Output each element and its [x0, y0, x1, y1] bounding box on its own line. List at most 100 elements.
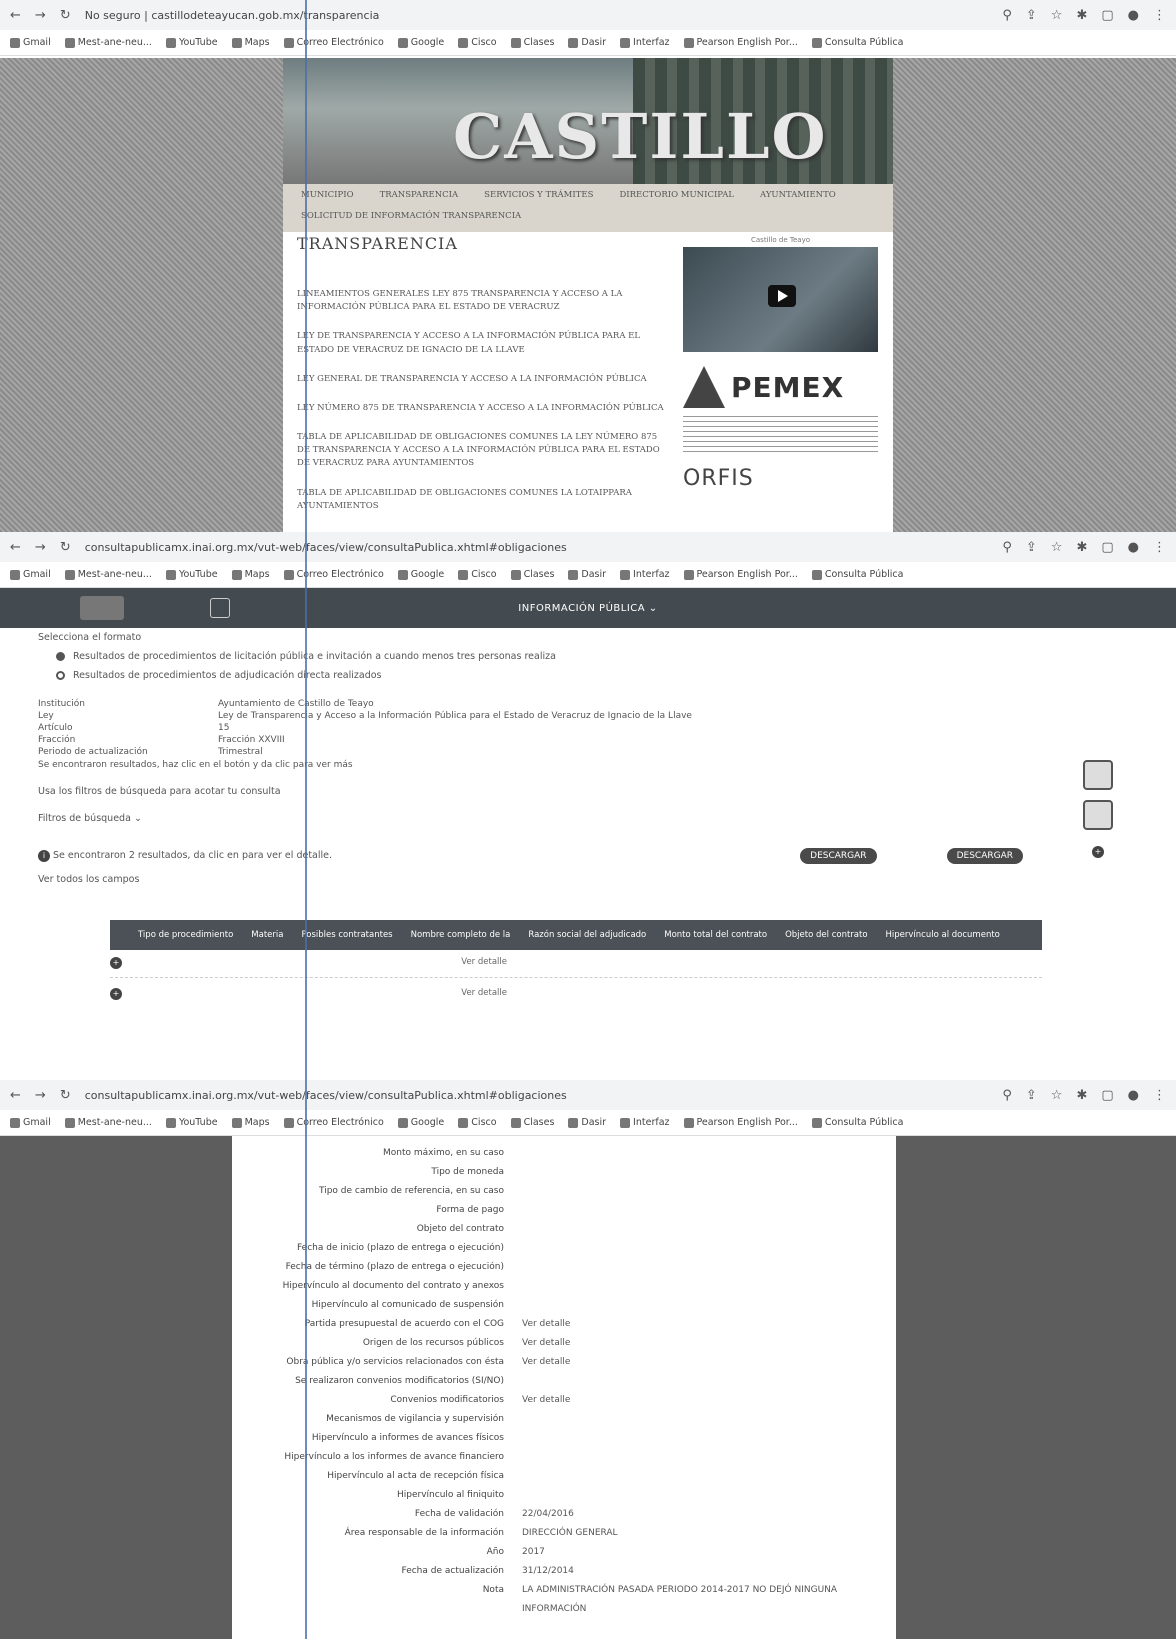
nav-item[interactable]: TRANSPARENCIA	[380, 190, 459, 205]
see-all-fields[interactable]: Ver todos los campos	[38, 874, 1138, 885]
video-player[interactable]	[683, 247, 878, 352]
bookmark[interactable]: Interfaz	[620, 1117, 670, 1128]
radio-selected-icon[interactable]	[56, 652, 65, 661]
detail-value[interactable]: Ver detalle	[522, 1315, 896, 1334]
modal-backdrop[interactable]: Monto máximo, en su caso Tipo de moneda Ti…	[0, 1136, 1176, 1639]
bookmark[interactable]: Gmail	[10, 37, 51, 48]
extensions-icon[interactable]: ✱	[1076, 1088, 1087, 1103]
column-header[interactable]: Hipervínculo al documento	[886, 930, 1000, 940]
menu-icon[interactable]: ⋮	[1153, 8, 1166, 23]
bookmark[interactable]: Consulta Pública	[811, 1117, 903, 1128]
bookmark[interactable]: Google	[397, 569, 444, 580]
bookmark[interactable]: Google	[397, 1117, 444, 1128]
bookmark[interactable]: Cisco	[458, 569, 497, 580]
column-header[interactable]: Nombre completo de la	[411, 930, 511, 940]
bookmark[interactable]: Google	[397, 37, 444, 48]
reload-icon[interactable]: ↻	[60, 1088, 71, 1103]
plus-icon[interactable]: +	[1092, 846, 1104, 858]
bookmark[interactable]: YouTube	[165, 37, 218, 48]
expand-icon[interactable]: +	[110, 957, 122, 969]
bookmark[interactable]: Mest-ane-neu...	[64, 37, 152, 48]
help-icon[interactable]	[1083, 760, 1113, 790]
bookmark[interactable]: Correo Electrónico	[283, 37, 384, 48]
star-icon[interactable]: ☆	[1051, 1088, 1063, 1103]
bookmark[interactable]: Pearson English Por...	[683, 569, 798, 580]
column-header[interactable]: Monto total del contrato	[664, 930, 767, 940]
address-bar[interactable]: consultapublicamx.inai.org.mx/vut-web/fa…	[85, 1089, 993, 1102]
nav-item[interactable]: SOLICITUD DE INFORMACIÓN TRANSPARENCIA	[301, 211, 521, 226]
zoom-icon[interactable]: ⚲	[1002, 8, 1012, 23]
address-bar[interactable]: No seguro | castillodeteayucan.gob.mx/tr…	[85, 9, 993, 22]
sidepanel-icon[interactable]: ▢	[1101, 8, 1113, 23]
bookmark[interactable]: Interfaz	[620, 569, 670, 580]
forward-icon[interactable]: →	[35, 8, 46, 23]
bookmark[interactable]: Dasir	[568, 37, 606, 48]
bookmark[interactable]: Clases	[510, 1117, 554, 1128]
menu-icon[interactable]: ⋮	[1153, 1088, 1166, 1103]
bookmark[interactable]: Pearson English Por...	[683, 1117, 798, 1128]
row-link[interactable]: Ver detalle	[461, 957, 507, 969]
forward-icon[interactable]: →	[35, 1088, 46, 1103]
bookmark[interactable]: Correo Electrónico	[283, 1117, 384, 1128]
bookmark[interactable]: Consulta Pública	[811, 569, 903, 580]
back-icon[interactable]: ←	[10, 1088, 21, 1103]
portal-logo-icon[interactable]	[80, 596, 124, 620]
reload-icon[interactable]: ↻	[60, 8, 71, 23]
format-option[interactable]: Resultados de procedimientos de adjudica…	[38, 670, 1138, 681]
law-link[interactable]: TABLA DE APLICABILIDAD DE OBLIGACIONES C…	[297, 487, 667, 513]
sidepanel-icon[interactable]: ▢	[1101, 540, 1113, 555]
law-link[interactable]: LINEAMIENTOS GENERALES LEY 875 TRANSPARE…	[297, 288, 667, 314]
share-icon[interactable]: ⇪	[1026, 8, 1037, 23]
play-icon[interactable]	[768, 285, 796, 307]
nav-item[interactable]: AYUNTAMIENTO	[760, 190, 836, 205]
detail-value[interactable]: Ver detalle	[522, 1353, 896, 1372]
star-icon[interactable]: ☆	[1051, 540, 1063, 555]
bookmark[interactable]: Maps	[231, 569, 270, 580]
column-header[interactable]: Posibles contratantes	[301, 930, 392, 940]
profile-icon[interactable]: ●	[1128, 1088, 1139, 1103]
zoom-icon[interactable]: ⚲	[1002, 540, 1012, 555]
bookmark[interactable]: Clases	[510, 569, 554, 580]
nav-item[interactable]: MUNICIPIO	[301, 190, 354, 205]
profile-icon[interactable]: ●	[1128, 8, 1139, 23]
back-icon[interactable]: ←	[10, 540, 21, 555]
forward-icon[interactable]: →	[35, 540, 46, 555]
star-icon[interactable]: ☆	[1051, 8, 1063, 23]
column-header[interactable]: Materia	[251, 930, 283, 940]
bookmark[interactable]: Clases	[510, 37, 554, 48]
nav-item[interactable]: SERVICIOS Y TRÁMITES	[484, 190, 593, 205]
column-header[interactable]: Razón social del adjudicado	[528, 930, 646, 940]
bookmark[interactable]: Gmail	[10, 569, 51, 580]
radio-icon[interactable]	[56, 671, 65, 680]
pemex-banner[interactable]: PEMEX	[683, 366, 878, 408]
orfis-logo[interactable]: ORFIS	[683, 466, 878, 491]
law-link[interactable]: TABLA DE APLICABILIDAD DE OBLIGACIONES C…	[297, 431, 667, 471]
bookmark[interactable]: Cisco	[458, 1117, 497, 1128]
login-icon[interactable]	[210, 598, 230, 618]
law-link[interactable]: LEY DE TRANSPARENCIA Y ACCESO A LA INFOR…	[297, 330, 667, 356]
bookmark[interactable]: YouTube	[165, 569, 218, 580]
bookmark[interactable]: Dasir	[568, 569, 606, 580]
filters-toggle[interactable]: Filtros de búsqueda ⌄	[38, 813, 1138, 824]
detail-value[interactable]: Ver detalle	[522, 1334, 896, 1353]
profile-icon[interactable]: ●	[1128, 540, 1139, 555]
column-header[interactable]: Tipo de procedimiento	[138, 930, 233, 940]
bookmark[interactable]: Interfaz	[620, 37, 670, 48]
detail-value[interactable]: Ver detalle	[522, 1391, 896, 1410]
info-menu[interactable]: INFORMACIÓN PÚBLICA ⌄	[518, 603, 657, 614]
search-icon[interactable]	[1083, 800, 1113, 830]
expand-icon[interactable]: +	[110, 988, 122, 1000]
bookmark[interactable]: Correo Electrónico	[283, 569, 384, 580]
table-row[interactable]: + Ver detalle	[110, 955, 1042, 978]
back-icon[interactable]: ←	[10, 8, 21, 23]
bookmark[interactable]: Mest-ane-neu...	[64, 569, 152, 580]
bookmark[interactable]: Maps	[231, 1117, 270, 1128]
share-icon[interactable]: ⇪	[1026, 1088, 1037, 1103]
download-button[interactable]: DESCARGAR	[800, 848, 877, 864]
bookmark[interactable]: Cisco	[458, 37, 497, 48]
menu-icon[interactable]: ⋮	[1153, 540, 1166, 555]
nav-item[interactable]: DIRECTORIO MUNICIPAL	[619, 190, 734, 205]
extensions-icon[interactable]: ✱	[1076, 8, 1087, 23]
bookmark[interactable]: Dasir	[568, 1117, 606, 1128]
law-link[interactable]: LEY GENERAL DE TRANSPARENCIA Y ACCESO A …	[297, 373, 667, 386]
